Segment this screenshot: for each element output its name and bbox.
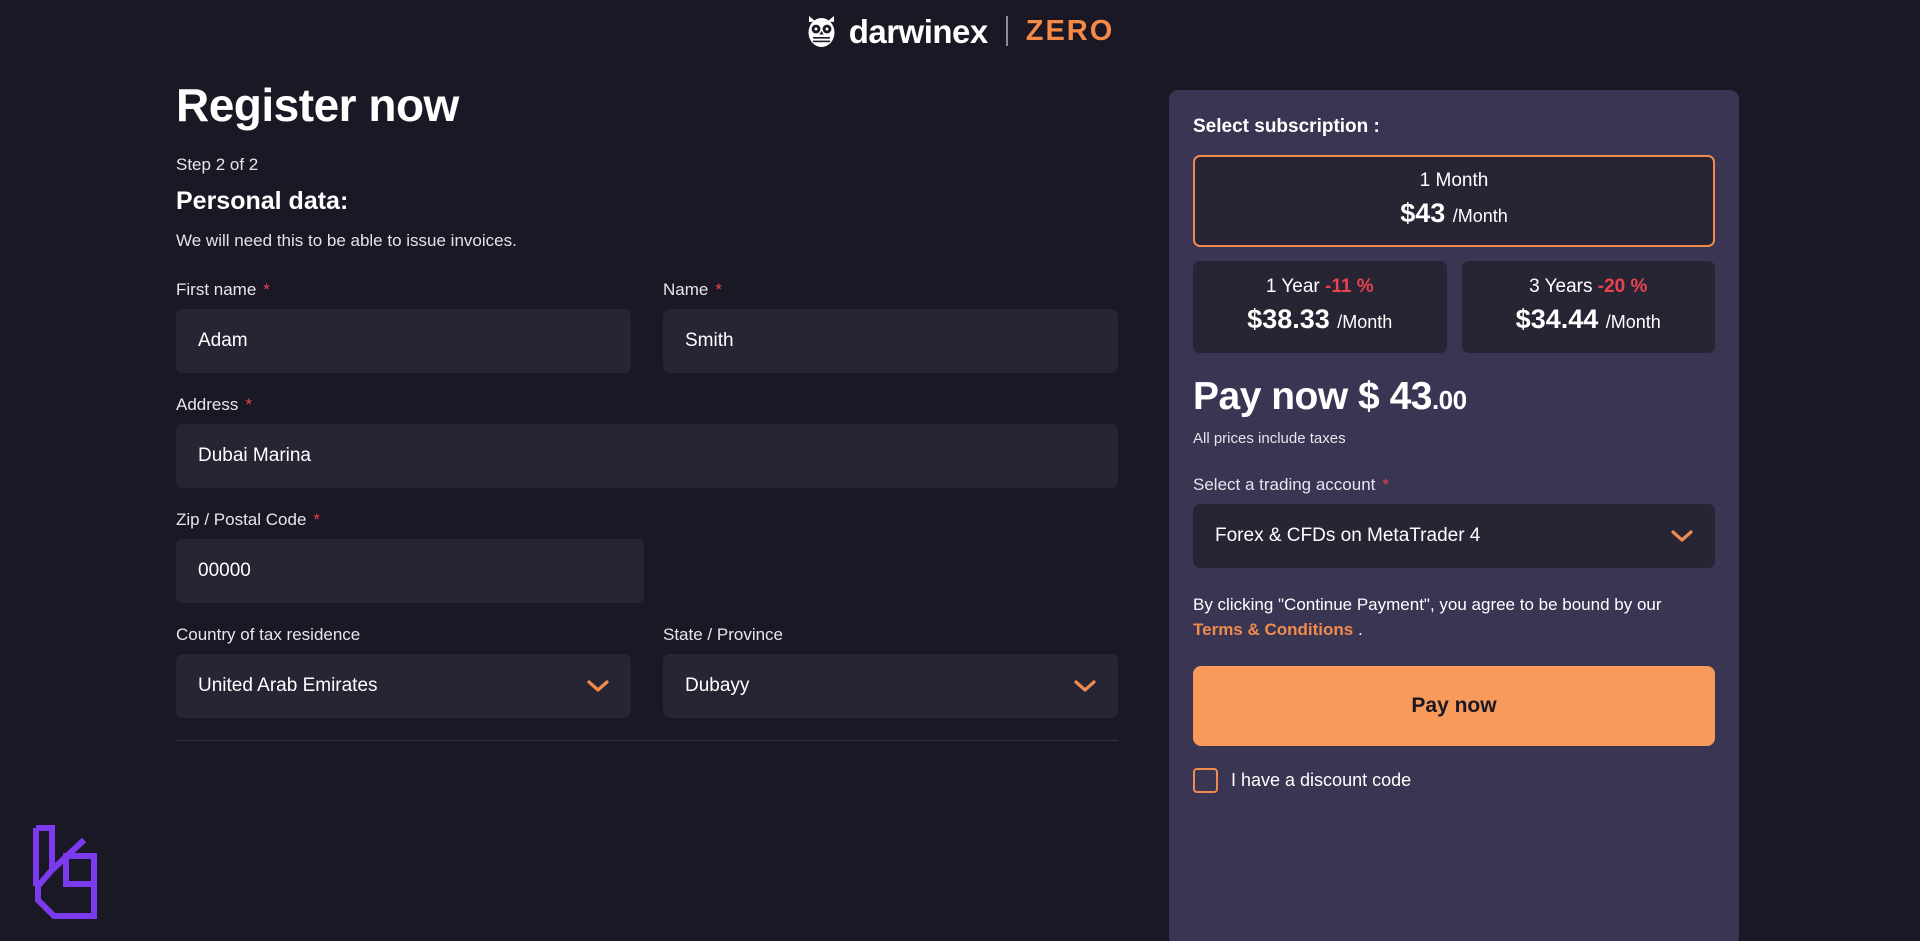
trading-account-select[interactable]: Forex & CFDs on MetaTrader 4 xyxy=(1193,504,1715,568)
brand-logo[interactable]: darwinex ZERO xyxy=(806,14,1115,48)
step-indicator: Step 2 of 2 xyxy=(176,155,259,174)
form-row-country-state: Country of tax residence United Arab Emi… xyxy=(176,625,1121,718)
plan-name-text: 3 Years xyxy=(1529,276,1593,297)
plan-price: $38.33 /Month xyxy=(1203,304,1437,335)
plan-price-period: /Month xyxy=(1337,312,1393,332)
trading-account-label: Select a trading account * xyxy=(1193,475,1715,495)
field-last-name: Name * Smith xyxy=(663,280,1118,373)
state-select[interactable]: Dubayy xyxy=(663,654,1118,718)
label-text: Country of tax residence xyxy=(176,625,361,644)
label-text: Name xyxy=(663,280,709,299)
plan-price: $43 /Month xyxy=(1203,198,1705,229)
field-label-state: State / Province xyxy=(663,625,1118,645)
owl-icon xyxy=(806,14,837,48)
pay-now-button[interactable]: Pay now xyxy=(1193,666,1715,747)
taxes-note: All prices include taxes xyxy=(1193,430,1346,447)
label-text: Select a trading account xyxy=(1193,475,1376,494)
plan-name: 3 Years -20 % xyxy=(1472,276,1706,298)
field-label-country: Country of tax residence xyxy=(176,625,631,645)
state-select-value: Dubayy xyxy=(685,675,750,696)
plan-card-3-years[interactable]: 3 Years -20 % $34.44 /Month xyxy=(1461,261,1715,353)
plan-discount-badge: -20 % xyxy=(1597,276,1648,297)
field-country: Country of tax residence United Arab Emi… xyxy=(176,625,631,718)
chevron-down-icon xyxy=(587,679,609,693)
form-row-zip: Zip / Postal Code * 00000 xyxy=(176,510,1121,603)
pay-now-total: Pay now $ 43.00 xyxy=(1193,375,1715,419)
pay-now-total-cents: .00 xyxy=(1431,385,1467,415)
plan-name: 1 Year -11 % xyxy=(1203,276,1437,298)
plan-name: 1 Month xyxy=(1203,170,1705,192)
subscription-summary-panel: Select subscription : 1 Month $43 /Month… xyxy=(1169,90,1739,941)
required-asterisk: * xyxy=(1382,475,1390,494)
label-text: Zip / Postal Code xyxy=(176,510,307,529)
field-label-last-name: Name * xyxy=(663,280,1118,300)
chevron-down-icon xyxy=(1074,679,1096,693)
section-title: Personal data: xyxy=(176,187,349,215)
form-row-address: Address * Dubai Marina xyxy=(176,395,1121,488)
plan-price-amount: $43 xyxy=(1400,198,1446,228)
plan-name-text: 1 Month xyxy=(1419,170,1489,191)
site-header: darwinex ZERO xyxy=(0,0,1920,62)
plan-price-period: /Month xyxy=(1605,312,1661,332)
section-subtitle: We will need this to be able to issue in… xyxy=(176,231,517,250)
form-divider xyxy=(176,740,1118,741)
page-content: Register now Step 2 of 2 Personal data: … xyxy=(0,62,1920,941)
field-label-address: Address * xyxy=(176,395,1118,415)
required-asterisk: * xyxy=(263,280,270,299)
chevron-down-icon xyxy=(1671,529,1693,543)
field-zip: Zip / Postal Code * 00000 xyxy=(176,510,644,603)
page-title: Register now xyxy=(176,79,459,131)
terms-notice: By clicking "Continue Payment", you agre… xyxy=(1193,593,1715,642)
field-state: State / Province Dubayy xyxy=(663,625,1118,718)
plan-card-1-month[interactable]: 1 Month $43 /Month xyxy=(1193,155,1715,247)
terms-and-conditions-link[interactable]: Terms & Conditions xyxy=(1193,620,1353,639)
first-name-input[interactable]: Adam xyxy=(176,309,631,373)
zip-input[interactable]: 00000 xyxy=(176,539,644,603)
label-text: State / Province xyxy=(663,625,784,644)
required-asterisk: * xyxy=(245,395,252,414)
terms-prefix: By clicking "Continue Payment", you agre… xyxy=(1193,595,1662,614)
field-address: Address * Dubai Marina xyxy=(176,395,1118,488)
required-asterisk: * xyxy=(313,510,321,529)
discount-code-row[interactable]: I have a discount code xyxy=(1193,768,1715,794)
brand-name: darwinex xyxy=(848,12,989,50)
plan-row-secondary: 1 Year -11 % $38.33 /Month 3 Years -20 %… xyxy=(1193,261,1715,353)
field-label-zip: Zip / Postal Code * xyxy=(176,510,644,530)
plan-discount-badge: -11 % xyxy=(1325,276,1374,297)
register-page: darwinex ZERO Register now Step 2 of 2 P… xyxy=(0,0,1920,941)
last-name-input[interactable]: Smith xyxy=(663,309,1118,373)
label-text: First name xyxy=(176,280,257,299)
label-text: Address xyxy=(176,395,239,414)
address-input[interactable]: Dubai Marina xyxy=(176,424,1118,488)
brand-divider xyxy=(1005,16,1008,46)
country-select-value: United Arab Emirates xyxy=(198,675,378,696)
plan-name-text: 1 Year xyxy=(1265,276,1320,297)
discount-code-checkbox[interactable] xyxy=(1193,768,1218,794)
terms-suffix: . xyxy=(1353,619,1363,639)
plan-card-1-year[interactable]: 1 Year -11 % $38.33 /Month xyxy=(1193,261,1447,353)
field-label-first-name: First name * xyxy=(176,280,631,300)
plan-price-amount: $38.33 xyxy=(1247,304,1330,334)
plan-price-period: /Month xyxy=(1452,206,1508,226)
field-first-name: First name * Adam xyxy=(176,280,631,373)
required-asterisk: * xyxy=(715,280,722,299)
registration-form: Register now Step 2 of 2 Personal data: … xyxy=(176,78,1121,941)
trading-account-value: Forex & CFDs on MetaTrader 4 xyxy=(1215,525,1481,546)
form-row-names: First name * Adam Name * Smith xyxy=(176,280,1121,373)
plan-price: $34.44 /Month xyxy=(1472,304,1706,335)
pay-now-total-amount: Pay now $ 43 xyxy=(1193,375,1432,418)
plan-price-amount: $34.44 xyxy=(1515,304,1599,334)
brand-product: ZERO xyxy=(1025,14,1115,47)
country-select[interactable]: United Arab Emirates xyxy=(176,654,631,718)
summary-title: Select subscription : xyxy=(1193,116,1380,137)
lc-monogram-icon xyxy=(22,814,102,929)
discount-code-label: I have a discount code xyxy=(1231,770,1412,791)
